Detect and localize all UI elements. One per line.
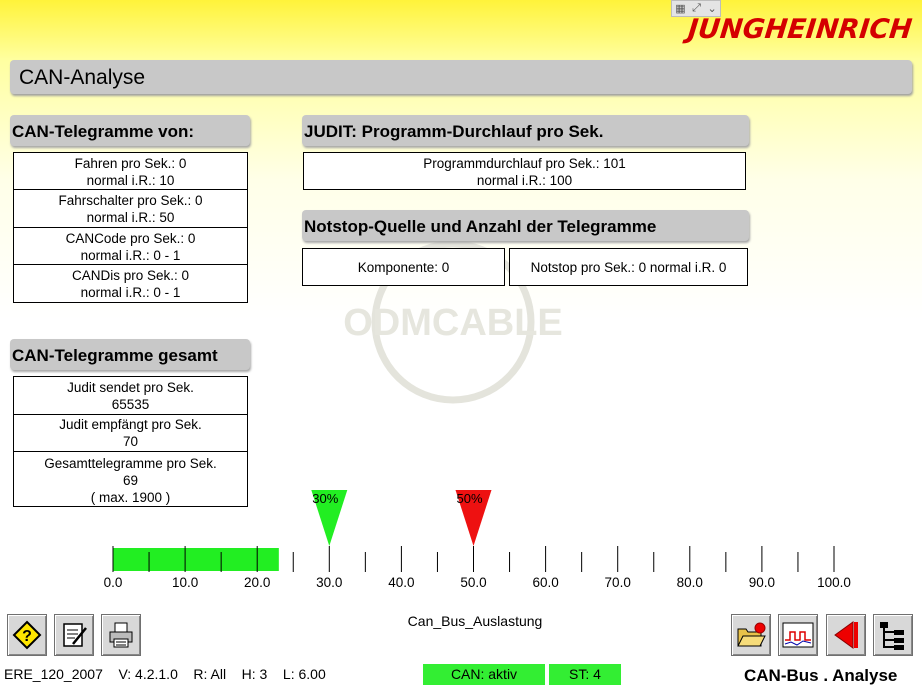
- scale-tick-label: 20.0: [244, 575, 271, 590]
- can-status-badge: CAN: aktiv: [423, 664, 545, 685]
- can-telegramme-von-table: Fahren pro Sek.: 0 normal i.R.: 10 Fahrs…: [13, 152, 248, 303]
- oscilloscope-icon: [782, 622, 814, 648]
- help-diamond-icon: ?: [12, 620, 42, 650]
- page-title: CAN-Analyse: [19, 66, 146, 89]
- back-button[interactable]: [826, 614, 866, 656]
- can-telegramme-gesamt-header: CAN-Telegramme gesamt: [10, 339, 250, 370]
- help-button[interactable]: ?: [7, 614, 47, 656]
- threshold-marker-label: 30%: [312, 491, 338, 506]
- notstop-count: Notstop pro Sek.: 0 normal i.R. 0: [509, 248, 748, 286]
- watermark-text: ODMCABLE: [343, 302, 563, 344]
- page-title-bar: CAN-Analyse: [10, 60, 912, 94]
- st-status-badge: ST: 4: [549, 664, 621, 685]
- table-row: CANCode pro Sek.: 0 normal i.R.: 0 - 1: [13, 227, 248, 266]
- can-telegramme-von-header: CAN-Telegramme von:: [10, 115, 250, 146]
- bus-load-scale-labels: 0.0 10.0 20.0 30.0 40.0 50.0 60.0 70.0 80.0 90.0 1…: [0, 575, 922, 595]
- status-version: V: 4.2.1.0: [118, 666, 178, 682]
- scale-tick-label: 10.0: [171, 575, 199, 590]
- arrow-left-icon: [834, 621, 858, 649]
- status-l: L: 6.00: [282, 666, 326, 682]
- judit-program-cycle-box: Programmdurchlauf pro Sek.: 101 normal i…: [303, 152, 746, 190]
- notstop-header: Notstop-Quelle und Anzahl der Telegramme: [302, 210, 749, 241]
- scale-tick-label: 60.0: [532, 575, 559, 590]
- notepad-icon: [63, 623, 87, 647]
- judit-header: JUDIT: Programm-Durchlauf pro Sek.: [302, 115, 749, 146]
- threshold-marker-label: 50%: [456, 491, 482, 506]
- printer-icon: [109, 622, 133, 648]
- table-row: Judit empfängt pro Sek. 70: [13, 414, 248, 452]
- folder-open-icon: [737, 622, 766, 647]
- status-model: ERE_120_2007: [4, 666, 103, 682]
- scale-tick-label: 40.0: [388, 575, 415, 590]
- status-h: H: 3: [241, 666, 268, 682]
- grid-icon: ▦: [675, 3, 686, 15]
- tree-button[interactable]: [873, 614, 913, 656]
- scale-tick-label: 90.0: [748, 575, 776, 590]
- open-folder-button[interactable]: [731, 614, 771, 656]
- svg-text:?: ?: [22, 628, 32, 645]
- scale-tick-label: 70.0: [604, 575, 631, 590]
- table-row: Fahrschalter pro Sek.: 0 normal i.R.: 50: [13, 189, 248, 228]
- status-r: R: All: [193, 666, 227, 682]
- scale-tick-label: 50.0: [460, 575, 487, 590]
- chart-button[interactable]: [778, 614, 818, 656]
- print-button[interactable]: [101, 614, 141, 656]
- screen-name: CAN-Bus . Analyse: [744, 666, 898, 685]
- table-row: Fahren pro Sek.: 0 normal i.R.: 10: [13, 152, 248, 191]
- brand-logo: JUNGHEINRICH: [686, 14, 914, 45]
- scale-tick-label: 100.0: [817, 575, 851, 590]
- scale-tick-label: 80.0: [676, 575, 703, 590]
- table-row: Judit sendet pro Sek. 65535: [13, 376, 248, 415]
- bus-load-label: Can_Bus_Auslastung: [407, 613, 543, 629]
- table-row: CANDis pro Sek.: 0 normal i.R.: 0 - 1: [13, 264, 248, 303]
- bus-load-bar: [113, 548, 279, 571]
- scale-tick-label: 0.0: [103, 575, 123, 590]
- scale-tick-label: 30.0: [316, 575, 343, 590]
- tree-structure-icon: [880, 622, 904, 650]
- status-info: ERE_120_2007 V: 4.2.1.0 R: All H: 3 L: 6…: [4, 666, 326, 682]
- notes-button[interactable]: [54, 614, 94, 656]
- notstop-komponente: Komponente: 0: [302, 248, 505, 286]
